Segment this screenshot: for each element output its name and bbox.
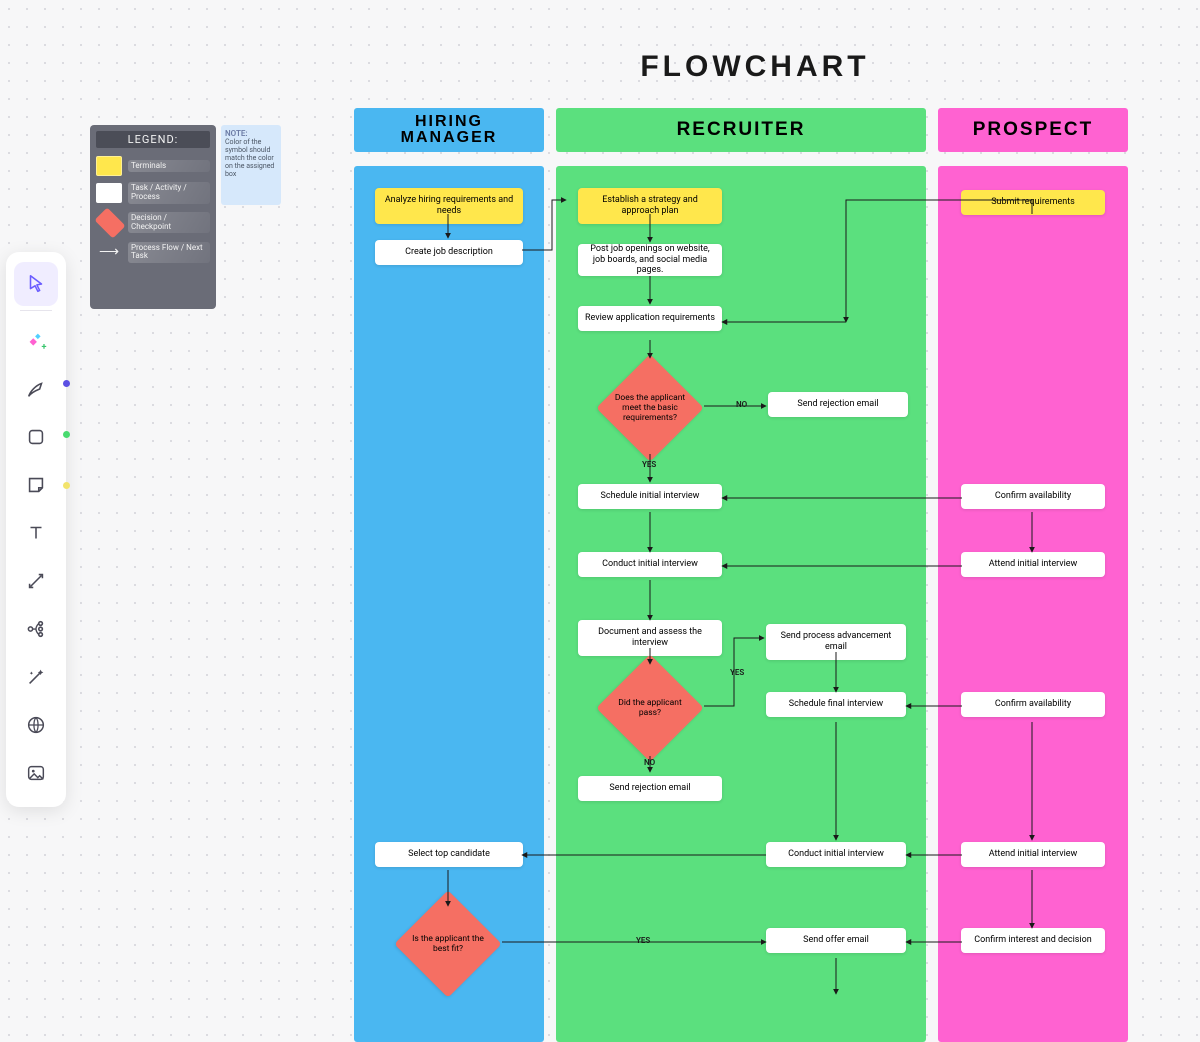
tool-text[interactable] [14,511,58,555]
tool-sticky[interactable] [14,463,58,507]
tool-connector[interactable] [14,559,58,603]
tool-mindmap[interactable] [14,607,58,651]
tool-web[interactable] [14,703,58,747]
legend-note: NOTE: Color of the symbol should match t… [221,125,281,205]
node-process[interactable]: Attend initial interview [961,842,1105,867]
tool-select[interactable] [14,262,58,306]
square-icon [25,426,47,448]
node-process[interactable]: Confirm availability [961,692,1105,717]
tool-image[interactable] [14,751,58,795]
node-process[interactable]: Conduct initial interview [578,552,722,577]
node-terminal[interactable]: Submit requirements [961,190,1105,215]
node-process[interactable]: Send rejection email [768,392,908,417]
node-process[interactable]: Review application requirements [578,306,722,331]
wand-icon [25,666,47,688]
node-process[interactable]: Schedule final interview [766,692,906,717]
cursor-icon [25,273,47,295]
node-process[interactable]: Confirm interest and decision [961,928,1105,953]
legend-arrow-icon: ⟶ [96,244,122,260]
note-body: Color of the symbol should match the col… [225,138,277,178]
node-decision[interactable]: Does the applicant meet the basic requir… [600,358,700,458]
legend-card: LEGEND: Terminals Task / Activity / Proc… [90,125,216,309]
node-process[interactable]: Post job openings on website, job boards… [578,244,722,276]
node-terminal[interactable]: Establish a strategy and approach plan [578,188,722,224]
node-terminal[interactable]: Analyze hiring requirements and needs [375,188,523,224]
legend-label: Process Flow / Next Task [128,242,210,264]
connector-icon [25,570,47,592]
toolbar-separator [20,310,52,311]
tool-shape[interactable] [14,415,58,459]
edge-label-yes: YES [636,936,650,945]
node-decision[interactable]: Is the applicant the best fit? [398,894,498,994]
edge-label-no: NO [736,400,747,409]
note-heading: NOTE: [225,129,277,138]
tool-color-dots [63,380,70,489]
tool-pen[interactable] [14,367,58,411]
legend-label: Decision / Checkpoint [128,212,210,234]
svg-text:+: + [42,342,47,352]
side-toolbar: + [6,252,66,807]
node-process[interactable]: Attend initial interview [961,552,1105,577]
sparkle-icon: + [25,330,47,352]
node-process[interactable]: Document and assess the interview [578,620,722,656]
node-process[interactable]: Confirm availability [961,484,1105,509]
node-process[interactable]: Create job description [375,240,523,265]
lane-header: HIRING MANAGER [354,108,544,152]
tool-effects[interactable] [14,655,58,699]
legend-title: LEGEND: [96,131,210,148]
edge-label-no: NO [644,758,655,767]
image-icon [25,762,47,784]
lane-header: PROSPECT [938,108,1128,152]
legend-swatch-decision [94,207,125,238]
node-process[interactable]: Select top candidate [375,842,523,867]
node-process[interactable]: Send process advancement email [766,624,906,660]
legend-row-flow: ⟶ Process Flow / Next Task [96,242,210,264]
mindmap-icon [25,618,47,640]
flowchart-title: FLOWCHART [350,50,1160,84]
node-process[interactable]: Schedule initial interview [578,484,722,509]
globe-icon [25,714,47,736]
node-process[interactable]: Send offer email [766,928,906,953]
sticky-note-icon [25,474,47,496]
text-icon [25,522,47,544]
legend-swatch-task [96,183,122,203]
node-process[interactable]: Conduct initial interview [766,842,906,867]
flowchart-canvas[interactable]: FLOWCHART HIRING MANAGER RECRUITER PROSP… [350,50,1160,1042]
legend-label: Task / Activity / Process [128,182,210,204]
legend-row-task: Task / Activity / Process [96,182,210,204]
edge-label-yes: YES [642,460,656,469]
legend-swatch-terminal [96,156,122,176]
pen-icon [25,378,47,400]
node-decision[interactable]: Did the applicant pass? [600,658,700,758]
legend-group[interactable]: LEGEND: Terminals Task / Activity / Proc… [90,125,281,309]
edge-label-yes: YES [730,668,744,677]
node-process[interactable]: Send rejection email [578,776,722,801]
tool-magic[interactable]: + [14,319,58,363]
lane-header: RECRUITER [556,108,926,152]
legend-label: Terminals [128,160,210,173]
legend-row-decision: Decision / Checkpoint [96,210,210,236]
legend-row-terminal: Terminals [96,156,210,176]
